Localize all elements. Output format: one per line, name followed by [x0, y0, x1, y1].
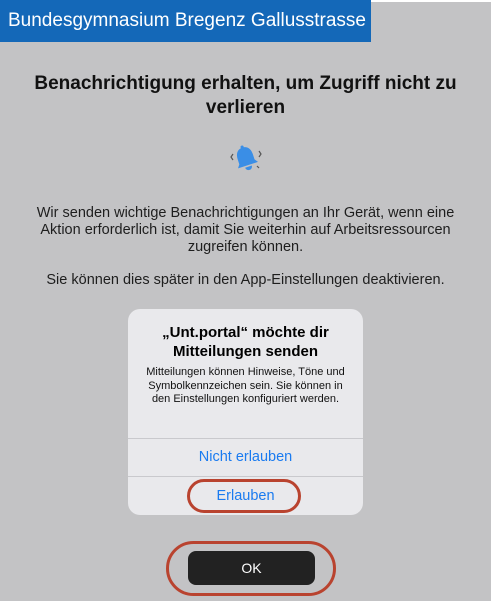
dialog-message: Mitteilungen können Hinweise, Töne und S…	[146, 366, 345, 405]
header-title: Bundesgymnasium Bregenz Gallusstrasse	[8, 10, 367, 31]
bell-ringing-icon	[230, 145, 262, 171]
page-title: Benachrichtigung erhalten, um Zugriff ni…	[34, 73, 457, 118]
description-text: Wir senden wichtige Benachrichtigungen a…	[36, 205, 455, 255]
ok-button[interactable]: OK	[188, 551, 315, 585]
dialog-title: „Unt.portal“ möchte dir Mitteilungen sen…	[162, 324, 329, 360]
notification-permission-dialog: „Unt.portal“ möchte dir Mitteilungen sen…	[128, 309, 363, 515]
app-header: Bundesgymnasium Bregenz Gallusstrasse	[0, 0, 371, 42]
allow-button[interactable]: Erlauben	[128, 477, 363, 515]
dont-allow-button[interactable]: Nicht erlauben	[128, 439, 363, 476]
settings-note-text: Sie können dies später in den App-Einste…	[46, 272, 445, 288]
